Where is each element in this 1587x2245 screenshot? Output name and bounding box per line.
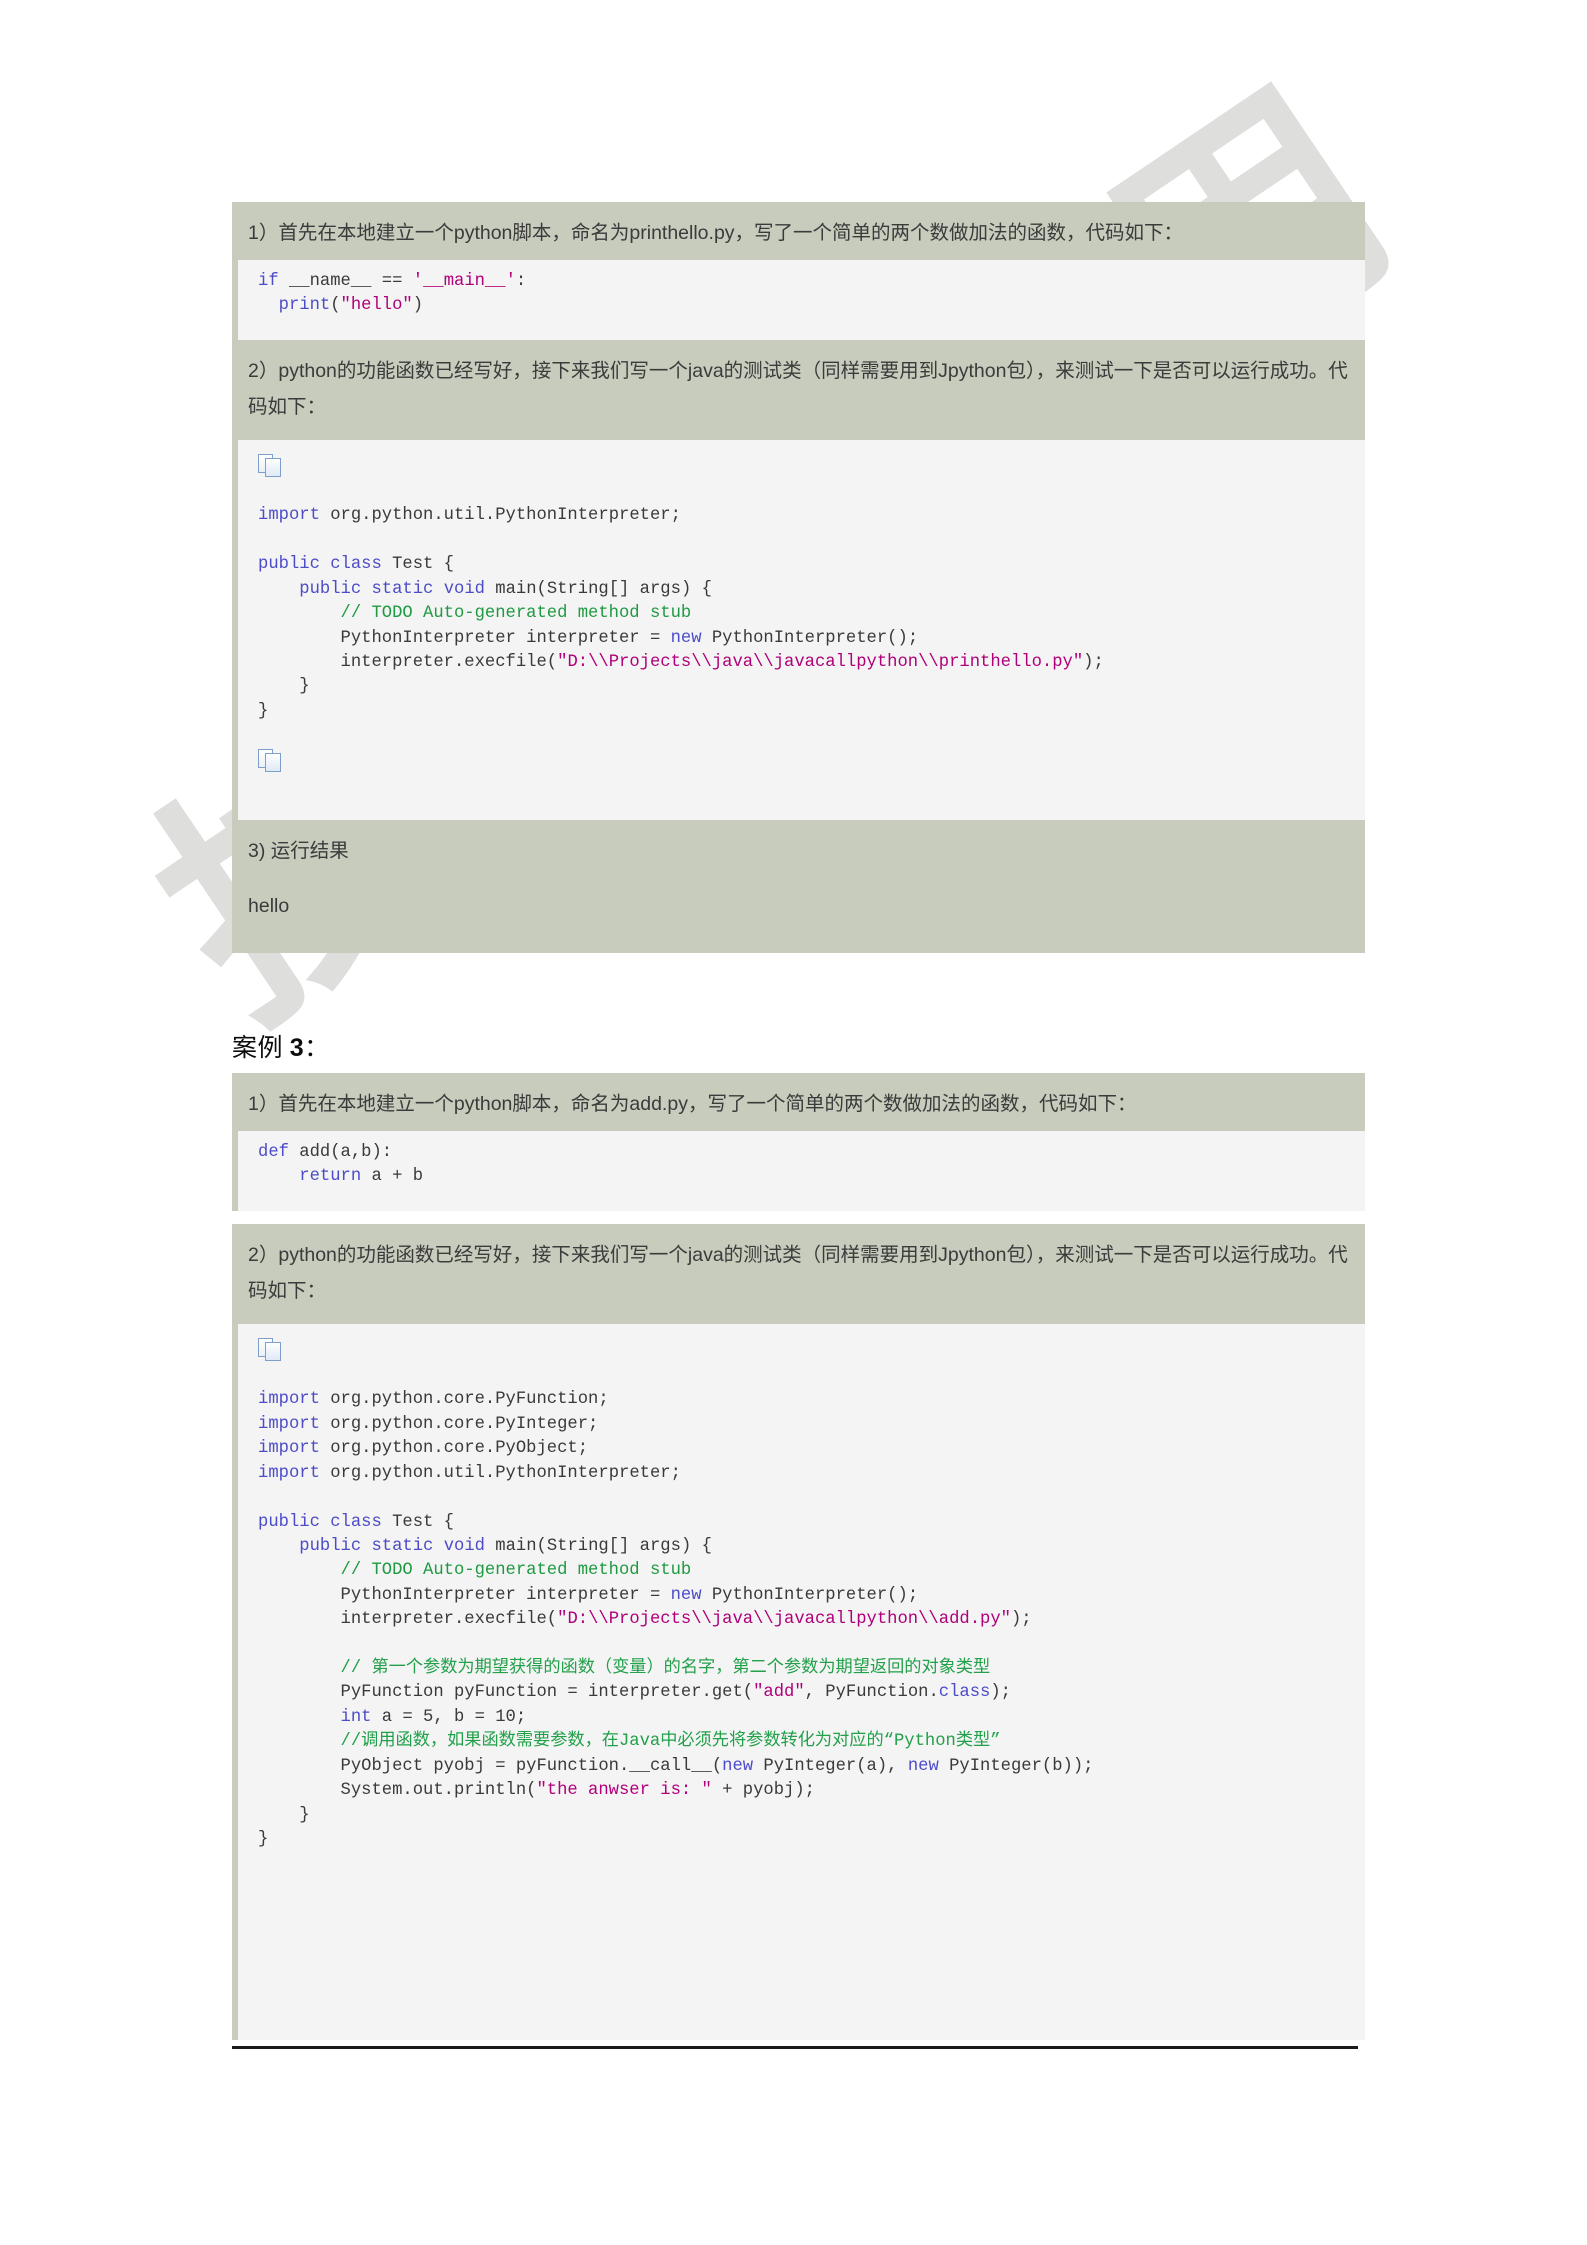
java-execfile-call: interpreter.execfile( — [258, 652, 558, 672]
case3-step1-paragraph: 1）首先在本地建立一个python脚本，命名为add.py，写了一个简单的两个数… — [232, 1073, 1365, 1131]
java-execfile-path: "D:\\Projects\\java\\javacallpython\\pri… — [557, 652, 1084, 672]
java-keyword-public: public — [258, 1512, 320, 1532]
java-println-close: + pyobj); — [711, 1781, 815, 1801]
java-pyfunction-close: ); — [990, 1683, 1011, 1703]
java-pyfunction-get: PyFunction pyFunction = interpreter.get( — [258, 1683, 754, 1703]
java-main-signature: main(String[] args) { — [484, 1536, 712, 1556]
java-import-pyobject: org.python.core.PyObject; — [319, 1439, 589, 1459]
case2-step3-paragraph: 3) 运行结果 — [232, 820, 1365, 875]
java-main-public: public — [258, 1536, 362, 1556]
java-keyword-class: class — [330, 1512, 382, 1532]
java-main-void: void — [443, 579, 485, 599]
python-return-expr: a + b — [361, 1167, 424, 1187]
python-def-signature: add(a,b): — [288, 1143, 393, 1162]
python-return-indent — [258, 1167, 299, 1186]
java-brace-outer: } — [258, 1829, 269, 1849]
java-keyword-import-4: import — [258, 1463, 320, 1483]
java-main-public: public — [258, 579, 362, 599]
java-execfile-path: "D:\\Projects\\java\\javacallpython\\add… — [557, 1610, 1011, 1630]
java-interpreter-ctor: PythonInterpreter(); — [701, 1585, 919, 1605]
python-colon: : — [515, 272, 527, 291]
java-import-path: org.python.util.PythonInterpreter; — [319, 506, 681, 526]
python-function-print: print — [258, 296, 331, 316]
java-keyword-class: class — [330, 555, 382, 575]
java-keyword-class-literal: class — [938, 1683, 991, 1703]
java-pyfunction-name-string: "add" — [753, 1683, 805, 1703]
java-int-indent — [258, 1708, 341, 1727]
java-pyinteger-a: PyInteger(a), — [753, 1756, 908, 1776]
python-keyword-def: def — [258, 1143, 289, 1162]
java-execfile-call: interpreter.execfile( — [258, 1610, 558, 1630]
java-keyword-import-2: import — [258, 1414, 320, 1434]
case2-step1-paragraph: 1）首先在本地建立一个python脚本，命名为printhello.py，写了一… — [232, 202, 1365, 260]
java-brace-outer: } — [258, 701, 269, 721]
java-import-pyfunction: org.python.core.PyFunction; — [319, 1390, 609, 1410]
java-todo-comment: // TODO Auto-generated method stub — [258, 604, 692, 624]
java-brace-inner: } — [258, 677, 310, 697]
java-execfile-close: ); — [1083, 652, 1104, 672]
copy-icon-bottom[interactable] — [258, 748, 284, 773]
case2-step2-paragraph: 2）python的功能函数已经写好，接下来我们写一个java的测试类（同样需要用… — [232, 340, 1365, 440]
case2-python-code-block: if __name__ == '__main__': print("hello"… — [232, 260, 1365, 340]
java-keyword-public: public — [258, 555, 320, 575]
java-main-static: static — [371, 1536, 434, 1556]
java-keyword-int: int — [340, 1707, 372, 1727]
case3-heading-colon: ： — [304, 1035, 330, 1062]
python-paren-close: ) — [412, 296, 424, 316]
document-page: 1）首先在本地建立一个python脚本，命名为printhello.py，写了一… — [0, 0, 1587, 2245]
case3-heading: 案例 3： — [232, 1028, 330, 1064]
java-pyinteger-b: PyInteger(b)); — [938, 1756, 1094, 1776]
java-pyobject-call: PyObject pyobj = pyFunction.__call__( — [258, 1756, 723, 1776]
case2-result-output: hello — [232, 875, 1365, 953]
copy-icon[interactable] — [258, 1338, 284, 1362]
java-keyword-new-a: new — [722, 1756, 754, 1776]
java-import-pyinteger: org.python.core.PyInteger; — [319, 1414, 599, 1434]
java-interpreter-decl: PythonInterpreter interpreter = — [258, 628, 671, 648]
page-bottom-rule — [232, 2046, 1358, 2049]
copy-icon[interactable] — [258, 454, 284, 478]
case3-java-code-block: import org.python.core.PyFunction; impor… — [232, 1324, 1365, 2040]
java-keyword-new: new — [670, 628, 702, 648]
java-chinese-comment-2: //调用函数，如果函数需要参数，在Java中必须先将参数转化为对应的“Pytho… — [258, 1732, 1001, 1752]
java-brace-inner: } — [258, 1805, 310, 1825]
java-main-static: static — [371, 579, 434, 599]
java-interpreter-ctor: PythonInterpreter(); — [701, 628, 919, 648]
java-println-string: "the anwser is: " — [536, 1781, 712, 1801]
java-main-signature: main(String[] args) { — [484, 579, 712, 599]
python-keyword-if: if — [258, 272, 279, 291]
python-string-main: '__main__' — [412, 272, 516, 291]
case3-step2-paragraph: 2）python的功能函数已经写好，接下来我们写一个java的测试类（同样需要用… — [232, 1224, 1365, 1324]
java-class-name: Test { — [381, 555, 454, 575]
java-keyword-import-1: import — [258, 1390, 320, 1410]
java-keyword-import-3: import — [258, 1439, 320, 1459]
java-execfile-close: ); — [1010, 1610, 1032, 1630]
java-chinese-comment-1: // 第一个参数为期望获得的函数（变量）的名字，第二个参数为期望返回的对象类型 — [258, 1659, 991, 1679]
java-class-name: Test { — [381, 1512, 454, 1532]
java-main-void: void — [443, 1536, 485, 1556]
python-string-hello: "hello" — [340, 296, 413, 316]
case3-heading-label: 案例 — [232, 1035, 290, 1062]
java-keyword-new: new — [670, 1585, 702, 1605]
java-import-interpreter: org.python.util.PythonInterpreter; — [319, 1463, 681, 1483]
java-interpreter-decl: PythonInterpreter interpreter = — [258, 1585, 671, 1605]
java-pyfunction-mid: , PyFunction. — [804, 1683, 939, 1703]
java-keyword-import: import — [258, 506, 320, 526]
java-println-call: System.out.println( — [258, 1781, 537, 1801]
case3-python-code-block: def add(a,b): return a + b — [232, 1131, 1365, 1211]
case2-java-code-block: import org.python.util.PythonInterpreter… — [232, 440, 1365, 820]
case3-heading-number: 3 — [289, 1034, 305, 1062]
python-paren-open: ( — [330, 296, 341, 316]
java-int-values: a = 5, b = 10; — [371, 1707, 527, 1727]
java-keyword-new-b: new — [907, 1756, 939, 1776]
java-todo-comment: // TODO Auto-generated method stub — [258, 1561, 692, 1581]
python-dunder-name: __name__ — [278, 272, 382, 291]
python-operator-eq: == — [381, 272, 413, 291]
python-keyword-return: return — [299, 1167, 362, 1187]
